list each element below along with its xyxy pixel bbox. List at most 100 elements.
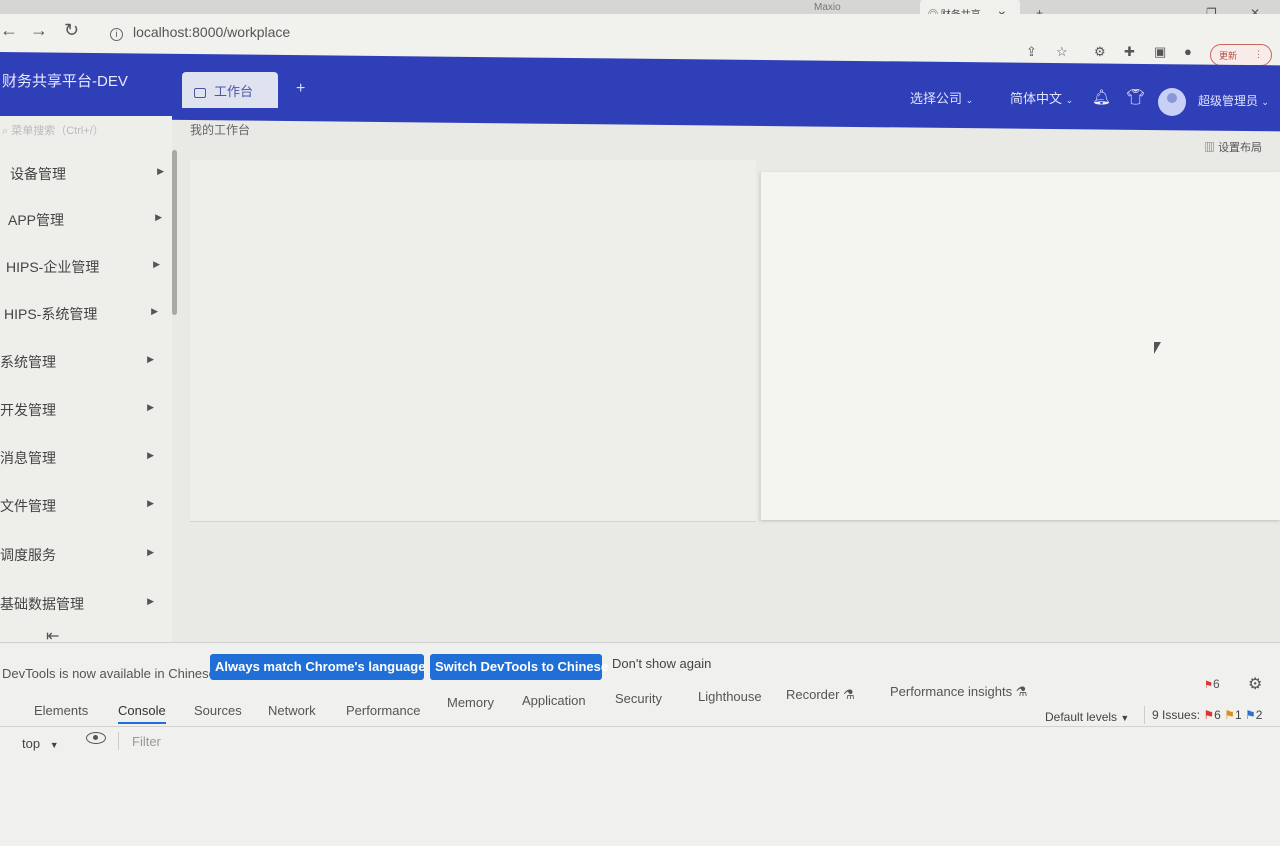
chevron-down-icon: ⌄ xyxy=(965,95,974,105)
caret-right-icon: ▶ xyxy=(151,306,158,316)
browser-tab[interactable] xyxy=(488,0,588,14)
user-menu[interactable]: 超级管理员 ⌄ xyxy=(1198,92,1269,109)
sidebar-item-label: 消息管理 xyxy=(0,450,56,466)
monitor-icon xyxy=(194,87,206,98)
mouse-cursor xyxy=(1154,342,1161,354)
caret-right-icon: ▶ xyxy=(147,547,154,557)
forward-icon[interactable]: → xyxy=(30,20,48,41)
sidebar-item-label: 基础数据管理 xyxy=(0,596,84,612)
issues-warning-count: 1 xyxy=(1234,708,1242,722)
sidebar-item-hips-enterprise[interactable]: HIPS-企业管理 ▶ xyxy=(6,257,166,279)
menu-search-input[interactable]: ⌕ 菜单搜索（Ctrl+/） xyxy=(2,122,104,138)
console-filter-input[interactable]: Filter xyxy=(132,734,161,749)
sidebar-item-label: 设备管理 xyxy=(10,166,66,182)
bell-icon[interactable]: 🔔︎ xyxy=(1092,88,1111,106)
tab-memory[interactable]: Memory xyxy=(447,695,494,710)
breadcrumb: 我的工作台 xyxy=(190,123,251,137)
company-select[interactable]: 选择公司 ⌄ xyxy=(910,88,973,107)
caret-right-icon: ▶ xyxy=(147,450,154,460)
info-flag-icon: ⚑ xyxy=(1244,708,1256,722)
add-tab-button[interactable]: + xyxy=(296,80,305,98)
tab-recorder[interactable]: Recorder ⚗ xyxy=(786,687,855,703)
tab-performance[interactable]: Performance xyxy=(346,703,420,718)
app-title: 财务共享平台-DEV xyxy=(2,73,128,90)
tab-application[interactable]: Application xyxy=(522,693,586,708)
sidebar-item-hips-system[interactable]: HIPS-系统管理 ▶ xyxy=(4,304,164,326)
tab-performance-insights[interactable]: Performance insights ⚗ xyxy=(890,684,1027,700)
sidebar-item-label: 开发管理 xyxy=(0,402,56,418)
caret-right-icon: ▶ xyxy=(157,166,164,176)
avatar[interactable] xyxy=(1158,88,1186,116)
switch-to-chinese-button[interactable]: Switch DevTools to Chinese xyxy=(430,654,608,680)
caret-right-icon: ▶ xyxy=(147,596,154,606)
sidebar-item-device[interactable]: 设备管理 ▶ xyxy=(10,164,170,186)
caret-right-icon: ▶ xyxy=(147,354,154,364)
tab-elements[interactable]: Elements xyxy=(34,703,88,718)
language-select-label: 简体中文 xyxy=(1010,91,1063,106)
layout-icon: ▥ xyxy=(1204,142,1215,154)
context-select[interactable]: top ▼ xyxy=(22,736,59,751)
flask-icon: ⚗ xyxy=(843,687,855,702)
extension-icon[interactable]: ⚙ xyxy=(1094,44,1106,60)
puzzle-icon[interactable]: ✚ xyxy=(1124,44,1135,60)
browser-tab[interactable] xyxy=(380,0,480,14)
issues-error-count: 6 xyxy=(1214,708,1221,722)
update-button[interactable]: 更新 ⋮ xyxy=(1210,44,1272,66)
sidebar-item-scheduler[interactable]: 调度服务 ▶ xyxy=(0,545,160,567)
tab-security[interactable]: Security xyxy=(615,691,662,706)
browser-tab[interactable] xyxy=(594,0,694,14)
error-count-badge[interactable]: ⚑6 xyxy=(1204,677,1220,691)
tab-recorder-label: Recorder xyxy=(786,687,840,702)
dont-show-again-link[interactable]: Don't show again xyxy=(612,656,711,671)
sidebar-scrollbar[interactable] xyxy=(172,150,177,315)
chevron-down-icon: ⌄ xyxy=(1261,97,1269,107)
tab-lighthouse[interactable]: Lighthouse xyxy=(698,689,762,704)
info-icon[interactable]: i xyxy=(110,28,123,41)
browser-tab[interactable]: Maxio xyxy=(806,0,906,14)
workspace-panel-left xyxy=(190,160,756,522)
tab-console[interactable]: Console xyxy=(118,703,166,724)
toolbar-divider xyxy=(1144,706,1145,724)
flask-icon: ⚗ xyxy=(1015,684,1028,699)
sidebar-item-message[interactable]: 消息管理 ▶ xyxy=(0,448,160,470)
shirt-icon[interactable]: 👕︎ xyxy=(1126,88,1145,106)
caret-right-icon: ▶ xyxy=(147,402,154,412)
default-levels-label: Default levels xyxy=(1045,710,1118,724)
more-icon: ⋮ xyxy=(1254,49,1263,59)
profile-icon[interactable]: ● xyxy=(1184,44,1192,59)
caret-right-icon: ▶ xyxy=(147,498,154,508)
sidepanel-icon[interactable]: ▣ xyxy=(1154,44,1166,60)
sidebar-item-label: 系统管理 xyxy=(0,354,56,370)
default-levels-select[interactable]: Default levels ▼ xyxy=(1045,710,1129,724)
url-field[interactable]: i localhost:8000/workplace xyxy=(110,24,290,41)
sidebar xyxy=(0,116,172,656)
caret-down-icon: ▼ xyxy=(49,740,59,750)
url-text: localhost:8000/workplace xyxy=(133,24,291,40)
back-icon[interactable]: ← xyxy=(0,20,18,41)
error-flag-icon: ⚑ xyxy=(1204,680,1213,691)
warning-flag-icon: ⚑ xyxy=(1224,708,1235,722)
toolbar-divider xyxy=(118,732,119,750)
eye-icon[interactable] xyxy=(86,732,106,744)
layout-settings-button[interactable]: ▥ 设置布局 xyxy=(1204,139,1262,155)
tab-sources[interactable]: Sources xyxy=(194,703,242,718)
sidebar-item-label: HIPS-系统管理 xyxy=(4,306,98,322)
gear-icon[interactable]: ⚙ xyxy=(1248,674,1262,694)
devtools-language-notice: DevTools is now available in Chinese! xyxy=(2,666,220,681)
sidebar-item-dev[interactable]: 开发管理 ▶ xyxy=(0,400,160,422)
issues-counter[interactable]: 9 Issues: ⚑6 ⚑1 ⚑2 xyxy=(1152,708,1262,722)
sidebar-item-file[interactable]: 文件管理 ▶ xyxy=(0,496,160,518)
share-icon[interactable]: ⇪ xyxy=(1026,44,1037,60)
search-icon: ⌕ xyxy=(2,125,9,137)
reload-icon[interactable]: ↻ xyxy=(64,20,79,41)
star-icon[interactable]: ☆ xyxy=(1056,44,1068,60)
tab-workspace[interactable]: 工作台 xyxy=(182,72,278,108)
issues-info-count: 2 xyxy=(1255,708,1263,722)
sidebar-item-basedata[interactable]: 基础数据管理 ▶ xyxy=(0,594,160,616)
sidebar-item-system[interactable]: 系统管理 ▶ xyxy=(0,352,160,374)
sidebar-item-app[interactable]: APP管理 ▶ xyxy=(8,210,168,232)
tab-network[interactable]: Network xyxy=(268,703,316,718)
always-match-language-button[interactable]: Always match Chrome's language xyxy=(210,654,425,680)
language-select[interactable]: 简体中文 ⌄ xyxy=(1010,88,1073,107)
caret-down-icon: ▼ xyxy=(1120,713,1130,723)
